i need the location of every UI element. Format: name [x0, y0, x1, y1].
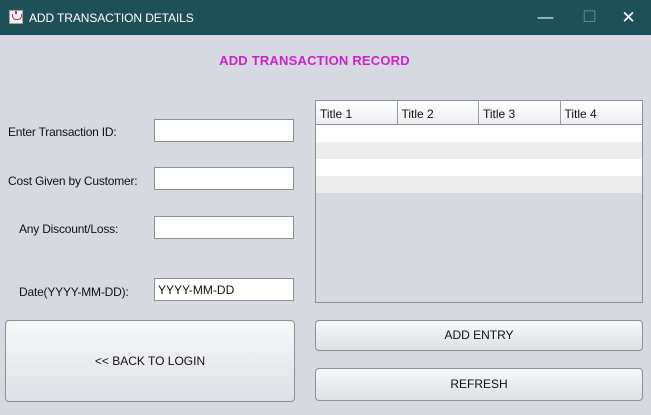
transaction-id-input[interactable]: [154, 119, 294, 142]
column-header[interactable]: Title 2: [398, 101, 479, 124]
discount-input[interactable]: [154, 216, 294, 239]
cost-input[interactable]: [154, 167, 294, 190]
table-row[interactable]: [316, 125, 642, 142]
discount-label: Any Discount/Loss:: [19, 222, 119, 236]
table-row[interactable]: [316, 142, 642, 159]
app-window: ADD TRANSACTION DETAILS — ☐ ✕ ADD TRANSA…: [0, 0, 651, 415]
java-cup-icon: [9, 10, 23, 24]
table-row[interactable]: [316, 176, 642, 193]
column-header[interactable]: Title 3: [479, 101, 561, 124]
close-button[interactable]: ✕: [606, 0, 651, 35]
date-input[interactable]: YYYY-MM-DD: [154, 278, 294, 301]
cost-label: Cost Given by Customer:: [8, 174, 138, 188]
column-header[interactable]: Title 4: [561, 101, 643, 124]
refresh-button[interactable]: REFRESH: [315, 368, 643, 401]
date-label: Date(YYYY-MM-DD):: [19, 285, 129, 299]
table-row[interactable]: [316, 159, 642, 176]
transaction-id-label: Enter Transaction ID:: [8, 125, 117, 139]
page-title: ADD TRANSACTION RECORD: [219, 53, 410, 68]
transaction-table: Title 1 Title 2 Title 3 Title 4: [315, 100, 643, 303]
column-header[interactable]: Title 1: [316, 101, 398, 124]
back-to-login-button[interactable]: << BACK TO LOGIN: [5, 320, 295, 402]
window-title: ADD TRANSACTION DETAILS: [29, 11, 194, 25]
add-entry-button[interactable]: ADD ENTRY: [315, 320, 643, 351]
minimize-button[interactable]: —: [523, 0, 568, 35]
table-header: Title 1 Title 2 Title 3 Title 4: [316, 101, 642, 125]
title-bar[interactable]: ADD TRANSACTION DETAILS — ☐ ✕: [0, 0, 651, 35]
